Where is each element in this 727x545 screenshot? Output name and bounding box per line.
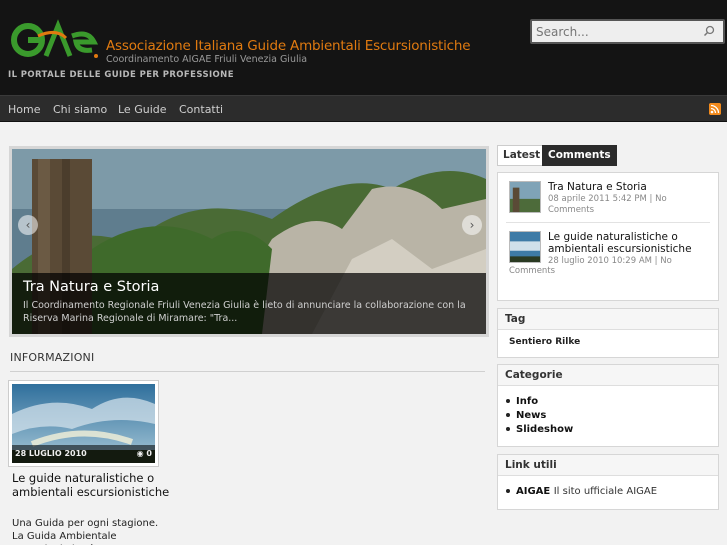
search-box	[530, 19, 725, 44]
latest-item-meta-comments[interactable]: Comments	[509, 266, 555, 277]
site-tagline: IL PORTALE DELLE GUIDE PER PROFESSIONE	[8, 70, 234, 80]
widget-header: Categorie	[498, 365, 718, 386]
nav-item-chi-siamo[interactable]: Chi siamo	[53, 103, 107, 116]
aigae-logo[interactable]	[8, 16, 100, 66]
category-label[interactable]: Slideshow	[516, 424, 573, 435]
link-item[interactable]: AIGAE Il sito ufficiale AIGAE	[506, 486, 657, 497]
bullet-icon	[506, 489, 510, 493]
tab-latest[interactable]: Latest	[497, 145, 547, 166]
widget-title: Link utili	[505, 459, 557, 471]
slide-title[interactable]: Tra Natura e Storia	[23, 279, 159, 295]
rss-icon[interactable]	[709, 103, 721, 115]
widget-header: Link utili	[498, 455, 718, 476]
latest-thumb[interactable]	[509, 231, 541, 263]
category-item[interactable]: Slideshow	[506, 424, 573, 435]
search-input[interactable]	[536, 23, 696, 41]
post-excerpt: Una Guida per ogni stagione. La Guida Am…	[12, 518, 159, 545]
latest-item-title[interactable]: Le guide naturalistiche o ambientali esc…	[548, 231, 714, 255]
post-date: 28 LUGLIO 2010	[15, 449, 87, 458]
nav-item-le-guide[interactable]: Le Guide	[118, 103, 167, 116]
latest-item-meta: 28 luglio 2010 10:29 AM | No	[548, 256, 672, 266]
latest-item-meta-comments[interactable]: Comments	[548, 205, 594, 216]
post-thumbnail-frame[interactable]: 28 LUGLIO 2010 ◉ 0	[8, 380, 159, 467]
chevron-left-icon[interactable]: ‹	[18, 215, 38, 235]
tag-widget: Tag Sentiero Rilke	[497, 308, 719, 358]
useful-links-widget: Link utili AIGAE Il sito ufficiale AIGAE	[497, 454, 719, 510]
comment-count-value: 0	[146, 449, 152, 458]
category-label[interactable]: Info	[516, 396, 538, 407]
search-icon[interactable]	[701, 23, 717, 41]
divider	[506, 222, 710, 223]
category-item[interactable]: Info	[506, 396, 538, 407]
widget-title: Tag	[505, 313, 526, 325]
nav-item-contatti[interactable]: Contatti	[179, 103, 223, 116]
featured-slideshow[interactable]: Tra Natura e Storia Il Coordinamento Reg…	[9, 146, 489, 337]
site-header: Associazione Italiana Guide Ambientali E…	[0, 0, 727, 95]
widget-header: Tag	[498, 309, 718, 330]
comment-count[interactable]: ◉ 0	[137, 449, 152, 458]
tag-link[interactable]: Sentiero Rilke	[509, 337, 580, 347]
chevron-right-icon[interactable]: ›	[462, 215, 482, 235]
post-title[interactable]: Le guide naturalistiche o ambientali esc…	[12, 471, 172, 499]
nav-item-home[interactable]: Home	[8, 103, 40, 116]
bullet-icon	[506, 413, 510, 417]
latest-thumb[interactable]	[509, 181, 541, 213]
site-subtitle: Coordinamento AIGAE Friuli Venezia Giuli…	[106, 54, 308, 65]
latest-item-meta: 08 aprile 2011 5:42 PM | No	[548, 194, 667, 204]
comment-icon: ◉	[136, 449, 144, 458]
bullet-icon	[506, 399, 510, 403]
latest-posts-widget: Tra Natura e Storia 08 aprile 2011 5:42 …	[497, 172, 719, 301]
divider	[10, 371, 485, 372]
category-label[interactable]: News	[516, 410, 546, 421]
categories-widget: Categorie Info News Slideshow	[497, 364, 719, 447]
tab-comments[interactable]: Comments	[542, 145, 617, 166]
main-nav: Home Chi siamo Le Guide Contatti	[0, 95, 727, 122]
widget-title: Categorie	[505, 369, 563, 381]
section-heading: INFORMAZIONI	[10, 351, 95, 364]
category-item[interactable]: News	[506, 410, 546, 421]
bullet-icon	[506, 427, 510, 431]
slide-excerpt: Il Coordinamento Regionale Friuli Venezi…	[23, 300, 466, 324]
site-title[interactable]: Associazione Italiana Guide Ambientali E…	[106, 38, 471, 54]
link-label[interactable]: AIGAE	[516, 486, 550, 497]
link-description: Il sito ufficiale AIGAE	[553, 486, 658, 497]
latest-item-title[interactable]: Tra Natura e Storia	[548, 181, 714, 193]
